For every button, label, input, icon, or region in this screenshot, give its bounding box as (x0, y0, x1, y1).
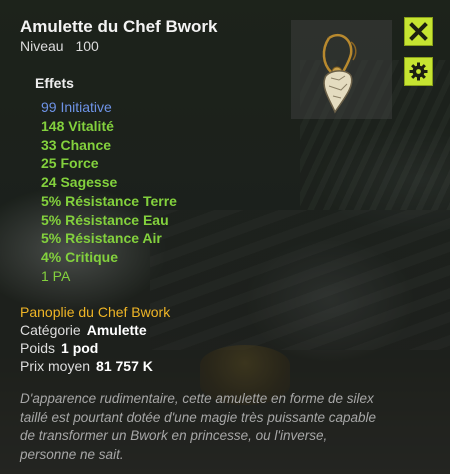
item-description: D'apparence rudimentaire, cette amulette… (20, 391, 377, 462)
effect-critical: 4% Critique (41, 249, 119, 265)
effect-action-points: 1 PA (41, 267, 71, 284)
category-value: Amulette (86, 322, 147, 338)
level-label: Niveau (20, 38, 64, 54)
price-value: 81 757 K (96, 358, 153, 374)
price-row: Prix moyen 81 757 K (20, 358, 153, 376)
gear-icon (409, 62, 428, 81)
effects-list: 99 Initiative 148 Vitalité 33 Chance 25 … (41, 98, 177, 286)
weight-value: 1 pod (61, 340, 99, 356)
effect-initiative: 99 Initiative (41, 99, 112, 115)
settings-button[interactable] (404, 57, 433, 86)
effect-wisdom: 24 Sagesse (41, 174, 118, 190)
effects-title: Effets (35, 75, 74, 91)
effect-earth-resistance: 5% Résistance Terre (41, 192, 177, 209)
close-x-icon (409, 22, 428, 41)
item-name: Amulette du Chef Bwork (20, 17, 218, 36)
category-label: Catégorie (20, 322, 81, 338)
effect-water-resistance: 5% Résistance Eau (41, 211, 169, 228)
effect-vitality: 148 Vitalité (41, 117, 114, 134)
item-level: Niveau 100 (20, 38, 99, 54)
level-value: 100 (75, 38, 99, 54)
category-row: Catégorie Amulette (20, 322, 153, 340)
item-info: Catégorie Amulette Poids 1 pod Prix moyen 8… (20, 322, 153, 376)
item-set-link[interactable]: Panoplie du Chef Bwork (20, 304, 170, 320)
price-label: Prix moyen (20, 358, 91, 374)
weight-row: Poids 1 pod (20, 340, 153, 358)
amulet-icon (322, 33, 357, 114)
item-image (291, 20, 392, 119)
weight-label: Poids (20, 340, 56, 356)
effect-air-resistance: 5% Résistance Air (41, 230, 162, 247)
effect-chance: 33 Chance (41, 136, 112, 153)
effect-strength: 25 Force (41, 155, 99, 172)
close-button[interactable] (404, 17, 433, 46)
